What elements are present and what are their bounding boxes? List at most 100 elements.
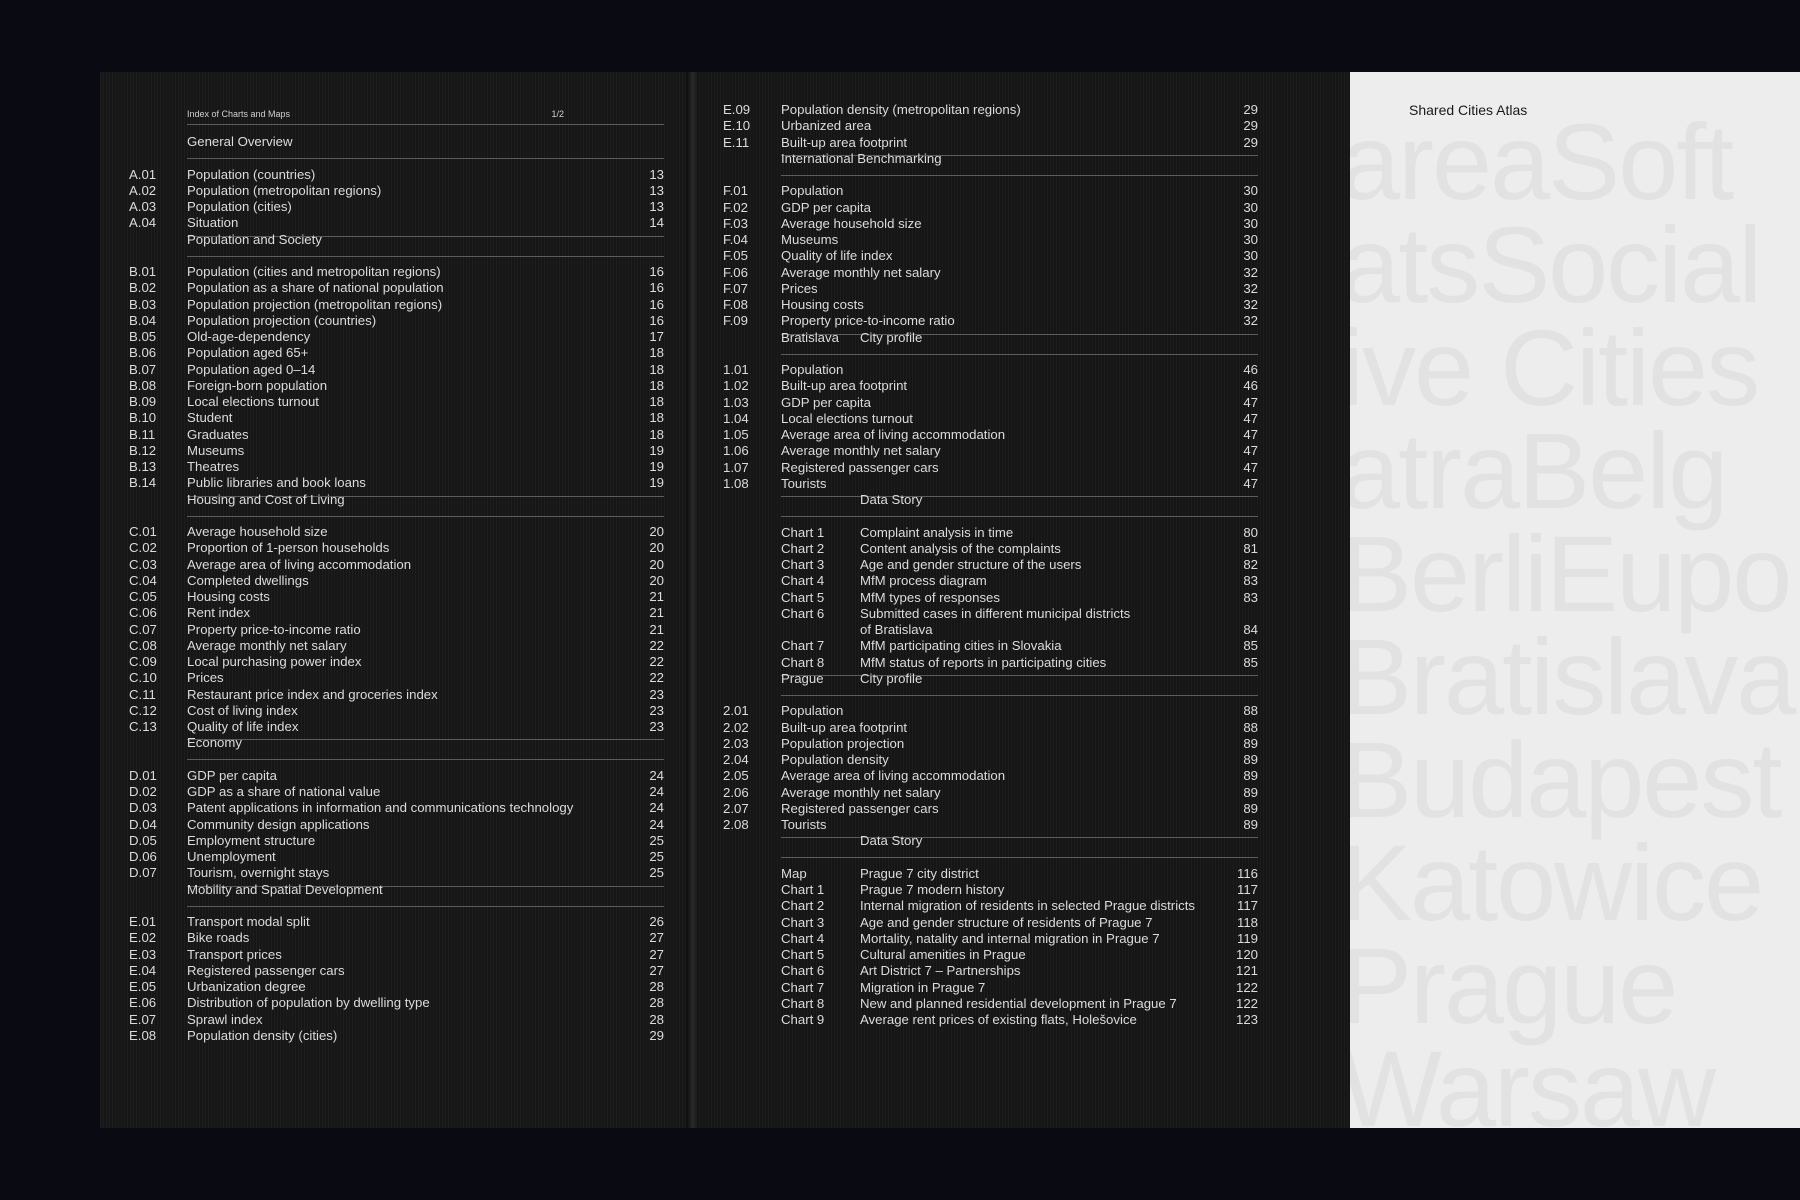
index-code: D.06 xyxy=(129,849,157,864)
index-page-number: 80 xyxy=(1243,524,1258,540)
ghost-word: BerliEupo xyxy=(1350,513,1792,634)
index-label: Population as a share of national popula… xyxy=(187,280,444,296)
index-page-number: 23 xyxy=(649,686,664,702)
index-page-number: 28 xyxy=(649,1011,664,1027)
index-label: Proportion of 1-person households xyxy=(187,540,390,556)
ghost-word: Bratislava xyxy=(1350,616,1796,737)
rule-line xyxy=(187,255,664,257)
rule-line xyxy=(187,515,664,517)
index-label: Graduates xyxy=(187,426,249,442)
index-label: Transport prices xyxy=(187,946,282,962)
index-code: C.12 xyxy=(129,702,157,718)
index-page-number: 25 xyxy=(649,832,664,848)
section-subheading: Data Story xyxy=(860,833,923,849)
chart-label: MfM types of responses xyxy=(860,589,1000,605)
chart-code: Chart 6 xyxy=(781,963,825,979)
middle-index-page: E.09 Population density (metropolitan reg… xyxy=(696,72,1350,1128)
index-page-number: 21 xyxy=(649,589,664,604)
index-code: A.01 xyxy=(129,166,157,182)
index-page-number: 18 xyxy=(649,377,664,393)
index-code: 1.02 xyxy=(723,378,749,394)
index-code: 2.05 xyxy=(723,768,749,784)
index-page-number: 120 xyxy=(1235,947,1258,962)
index-code: D.02 xyxy=(129,784,157,799)
rule-line xyxy=(187,124,664,125)
index-code: C.04 xyxy=(129,572,157,588)
index-label: Tourists xyxy=(781,817,827,832)
index-label: Old-age-dependency xyxy=(187,329,311,344)
index-code: 1.08 xyxy=(723,475,749,491)
chart-label: Content analysis of the complaints xyxy=(860,540,1061,556)
index-label: Population aged 65+ xyxy=(187,345,309,361)
chart-code: Chart 5 xyxy=(781,589,825,605)
chart-code: Chart 5 xyxy=(781,947,825,962)
chart-code: Chart 1 xyxy=(781,524,825,540)
chart-label: Average rent prices of existing flats, H… xyxy=(860,1012,1137,1027)
index-page-number: 47 xyxy=(1243,443,1258,459)
index-code: F.01 xyxy=(723,183,748,199)
index-page-number: 23 xyxy=(649,719,664,734)
index-label: Population (cities) xyxy=(187,199,292,214)
rule-line xyxy=(781,496,1258,497)
index-code: D.01 xyxy=(129,767,157,783)
chart-label: Mortality, natality and internal migrati… xyxy=(860,930,1160,946)
index-label: Registered passenger cars xyxy=(781,800,939,816)
index-label: Tourists xyxy=(781,475,827,491)
index-code: D.04 xyxy=(129,816,157,832)
chart-label: Submitted cases in different municipal d… xyxy=(860,605,1131,621)
index-code: C.02 xyxy=(129,540,157,556)
index-code: C.01 xyxy=(129,524,157,539)
index-label: Unemployment xyxy=(187,849,276,864)
index-code: 2.01 xyxy=(723,703,749,719)
index-page-number: 46 xyxy=(1243,362,1258,377)
index-page-number: 14 xyxy=(649,215,664,231)
index-code: E.05 xyxy=(129,979,157,994)
index-page-number: 29 xyxy=(1243,134,1258,150)
index-page-number: 20 xyxy=(649,572,664,588)
index-code: D.03 xyxy=(129,800,157,816)
index-label: Population aged 0–14 xyxy=(187,361,316,377)
index-code: F.03 xyxy=(723,215,748,231)
ghost-word: Warsaw xyxy=(1350,1028,1716,1129)
rule-line xyxy=(781,174,1258,176)
chart-label: Art District 7 – Partnerships xyxy=(860,963,1021,979)
index-label: Quality of life index xyxy=(187,719,299,734)
index-code: A.02 xyxy=(129,182,157,198)
ghost-word: atraBelg xyxy=(1350,410,1728,531)
index-label: Local elections turnout xyxy=(187,394,319,409)
index-code: B.10 xyxy=(129,410,157,426)
chart-code: Chart 7 xyxy=(781,638,825,654)
index-page-number: 18 xyxy=(649,345,664,361)
index-page-number: 83 xyxy=(1243,589,1258,605)
index-page-number: 46 xyxy=(1243,378,1258,394)
index-code: B.08 xyxy=(129,377,157,393)
index-page-number: 20 xyxy=(649,556,664,572)
right-title-page: areaSoft atsSocial ive Cities atraBelg Berli… xyxy=(1350,72,1800,1128)
index-label: Average monthly net salary xyxy=(187,637,347,653)
index-code: E.11 xyxy=(723,134,750,150)
section-subheading: City profile xyxy=(860,329,923,345)
index-label: Tourism, overnight stays xyxy=(187,865,330,881)
index-page-number: 28 xyxy=(649,979,664,994)
index-label: Registered passenger cars xyxy=(781,459,939,475)
chart-code: Chart 2 xyxy=(781,540,825,556)
index-page-number: 24 xyxy=(649,767,664,783)
index-code: D.07 xyxy=(129,865,157,881)
index-label: Theatres xyxy=(187,459,240,474)
rule-line xyxy=(187,739,664,741)
index-code: B.11 xyxy=(129,426,156,442)
index-code: A.04 xyxy=(129,215,157,231)
chart-code: Chart 3 xyxy=(781,557,825,572)
index-page-number: 16 xyxy=(649,296,664,312)
index-code: B.09 xyxy=(129,394,157,409)
index-code: 2.04 xyxy=(723,752,749,767)
index-label: Quality of life index xyxy=(781,248,893,264)
ghost-word: Prague xyxy=(1350,925,1678,1046)
index-code: B.02 xyxy=(129,280,157,296)
chart-label: Complaint analysis in time xyxy=(860,524,1014,540)
index-code: C.13 xyxy=(129,719,157,734)
index-label: Housing costs xyxy=(187,589,270,604)
section-heading: Bratislava xyxy=(781,329,839,345)
rule-line xyxy=(187,158,664,159)
index-page-number: 22 xyxy=(649,670,664,686)
